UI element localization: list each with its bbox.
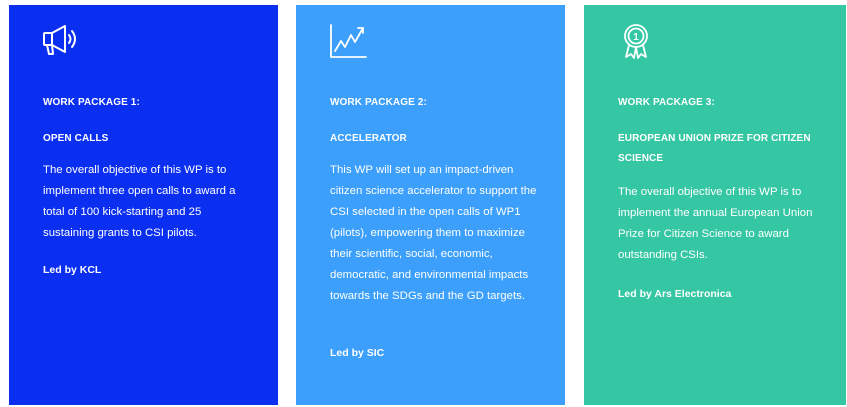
work-package-title: EUROPEAN UNION PRIZE FOR CITIZEN SCIENCE (618, 133, 811, 164)
work-package-card-2: WORK PACKAGE 2: ACCELERATOR This WP will… (296, 5, 565, 405)
work-package-description: The overall objective of this WP is to i… (618, 186, 813, 261)
work-package-card-3: 1 WORK PACKAGE 3: EUROPEAN UNION PRIZE F… (584, 5, 846, 405)
work-package-title: ACCELERATOR (330, 133, 407, 144)
award-medal-icon: 1 (616, 23, 656, 59)
work-package-title: OPEN CALLS (43, 133, 109, 144)
work-package-description: The overall objective of this WP is to i… (43, 164, 236, 239)
work-package-lead: Led by SIC (330, 347, 385, 359)
work-package-description: This WP will set up an impact-driven cit… (330, 164, 537, 302)
work-package-card-1: WORK PACKAGE 1: OPEN CALLS The overall o… (9, 5, 278, 405)
work-packages-row: WORK PACKAGE 1: OPEN CALLS The overall o… (0, 0, 847, 407)
work-package-lead: Led by Ars Electronica (618, 288, 732, 300)
megaphone-icon (41, 23, 81, 59)
work-package-number: WORK PACKAGE 1: (43, 97, 140, 108)
work-package-lead: Led by KCL (43, 264, 102, 276)
award-medal-rank: 1 (633, 32, 639, 43)
work-package-number: WORK PACKAGE 2: (330, 97, 427, 108)
line-chart-icon (328, 23, 368, 59)
work-package-number: WORK PACKAGE 3: (618, 97, 715, 108)
